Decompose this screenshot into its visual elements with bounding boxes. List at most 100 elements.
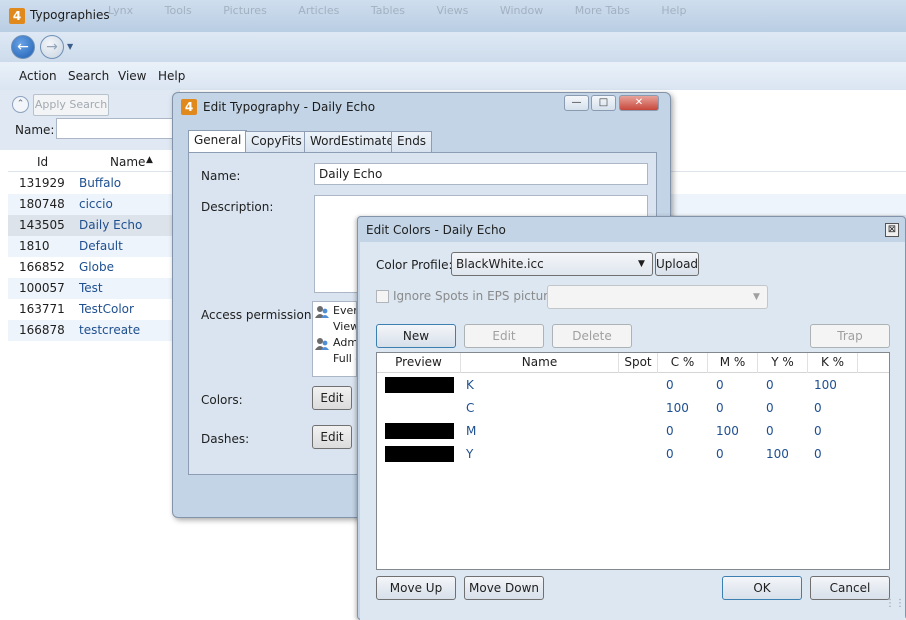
new-color-button[interactable]: New: [376, 324, 456, 348]
upload-button[interactable]: Upload: [655, 252, 699, 276]
chevron-down-icon: ▼: [753, 292, 760, 302]
menu-help[interactable]: Help: [158, 69, 185, 83]
name-search-input[interactable]: [56, 118, 180, 139]
background-menu-item: Help: [661, 4, 687, 17]
color-c-value: 0: [666, 447, 674, 461]
typography-name: testcreate: [79, 323, 141, 337]
table-row[interactable]: Y 0 0 100 0: [377, 443, 889, 466]
color-m-value: 0: [716, 378, 724, 392]
typography-name: Daily Echo: [79, 218, 143, 232]
typography-name: Test: [79, 281, 103, 295]
menu-view[interactable]: View: [118, 69, 146, 83]
ignore-spots-checkbox[interactable]: [376, 290, 389, 303]
color-y-value: 100: [766, 447, 789, 461]
color-profile-select[interactable]: BlackWhite.icc ▼: [451, 252, 653, 276]
column-header-y[interactable]: Y %: [758, 353, 808, 373]
column-header-c[interactable]: C %: [658, 353, 708, 373]
column-header-m[interactable]: M %: [708, 353, 758, 373]
menu-search[interactable]: Search: [68, 69, 109, 83]
color-k-value: 0: [814, 447, 822, 461]
menu-action[interactable]: Action: [19, 69, 57, 83]
column-header-name[interactable]: Name: [461, 353, 619, 373]
close-icon[interactable]: ⊠: [885, 223, 899, 237]
move-down-button[interactable]: Move Down: [464, 576, 544, 600]
typography-id: 131929: [19, 176, 65, 190]
apply-search-button[interactable]: Apply Search: [33, 94, 109, 116]
column-header-preview[interactable]: Preview: [377, 353, 461, 373]
typography-name: TestColor: [79, 302, 134, 316]
color-k-value: 0: [814, 401, 822, 415]
delete-color-button[interactable]: Delete: [552, 324, 632, 348]
typography-name: Buffalo: [79, 176, 122, 190]
back-arrow-icon[interactable]: ←: [11, 35, 35, 59]
colors-label: Colors:: [201, 393, 243, 407]
typography-id: 166878: [19, 323, 65, 337]
permission-entry-rights: Full c: [333, 352, 356, 365]
name-search-label: Name:: [15, 123, 55, 137]
close-icon[interactable]: ✕: [619, 95, 659, 111]
cancel-button[interactable]: Cancel: [810, 576, 890, 600]
history-dropdown-icon[interactable]: ▼: [67, 42, 73, 51]
resize-grip-icon[interactable]: ⋮⋮: [885, 598, 905, 609]
column-header-k[interactable]: K %: [808, 353, 858, 373]
color-name: C: [466, 401, 475, 415]
background-menu-item: Tables: [370, 4, 406, 17]
colors-table: Preview Name Spot C % M % Y % K % K 0 0 0 10…: [376, 352, 890, 570]
background-menu-item: Tools: [164, 4, 192, 17]
tab-ends[interactable]: Ends: [391, 131, 433, 152]
permissions-list[interactable]: Every View Adm Full c: [312, 301, 357, 377]
color-k-value: 0: [814, 424, 822, 438]
background-menu-item: Lynx: [108, 4, 134, 17]
name-label: Name:: [201, 169, 241, 183]
forward-arrow-icon[interactable]: →: [40, 35, 64, 59]
color-preview-swatch: [385, 423, 454, 439]
name-field[interactable]: Daily Echo: [314, 163, 648, 185]
collapse-icon[interactable]: ⌃: [12, 96, 29, 113]
edit-dashes-button[interactable]: Edit: [312, 425, 352, 449]
column-header-name[interactable]: Name: [110, 155, 145, 169]
background-menu-item: More Tabs: [574, 4, 630, 17]
app-icon: 4: [9, 8, 25, 24]
typography-name: ciccio: [79, 197, 113, 211]
tab-wordestimate[interactable]: WordEstimate: [304, 131, 400, 152]
table-row[interactable]: K 0 0 0 100: [377, 374, 889, 397]
typography-id: 100057: [19, 281, 65, 295]
color-y-value: 0: [766, 401, 774, 415]
edit-colors-button[interactable]: Edit: [312, 386, 352, 410]
colors-table-header: Preview Name Spot C % M % Y % K %: [377, 353, 889, 373]
minimize-icon[interactable]: —: [564, 95, 589, 111]
typography-id: 180748: [19, 197, 65, 211]
user-group-icon: [315, 338, 329, 350]
ok-button[interactable]: OK: [722, 576, 802, 600]
dialog-title: Edit Typography - Daily Echo: [203, 100, 376, 114]
maximize-icon[interactable]: □: [591, 95, 616, 111]
color-profile-label: Color Profile:: [376, 258, 453, 272]
background-menu-item: Pictures: [223, 4, 267, 17]
column-header-spot[interactable]: Spot: [619, 353, 658, 373]
table-row[interactable]: C 100 0 0 0: [377, 397, 889, 420]
edit-colors-dialog: Edit Colors - Daily Echo ⊠ Color Profile…: [357, 216, 906, 620]
edit-color-button[interactable]: Edit: [464, 324, 544, 348]
color-name: M: [466, 424, 477, 438]
typography-name: Globe: [79, 260, 114, 274]
color-y-value: 0: [766, 378, 774, 392]
access-permissions-label: Access permissions:: [201, 308, 322, 322]
user-group-icon: [315, 306, 329, 318]
spots-select[interactable]: ▼: [547, 285, 768, 309]
color-k-value: 100: [814, 378, 837, 392]
color-y-value: 0: [766, 424, 774, 438]
color-preview-swatch: [385, 446, 454, 462]
typography-id: 143505: [19, 218, 65, 232]
color-name: Y: [466, 447, 474, 461]
main-title-bar: 4 Typographies Lynx Tools Pictures Artic…: [0, 0, 906, 32]
table-row[interactable]: M 0 100 0 0: [377, 420, 889, 443]
tab-general[interactable]: General: [188, 130, 248, 152]
trap-button[interactable]: Trap: [810, 324, 890, 348]
column-header-id[interactable]: Id: [37, 155, 48, 169]
tab-copyfits[interactable]: CopyFits: [245, 131, 308, 152]
chevron-down-icon: ▼: [638, 259, 645, 269]
move-up-button[interactable]: Move Up: [376, 576, 456, 600]
color-c-value: 100: [666, 401, 689, 415]
typography-id: 163771: [19, 302, 65, 316]
color-c-value: 0: [666, 378, 674, 392]
